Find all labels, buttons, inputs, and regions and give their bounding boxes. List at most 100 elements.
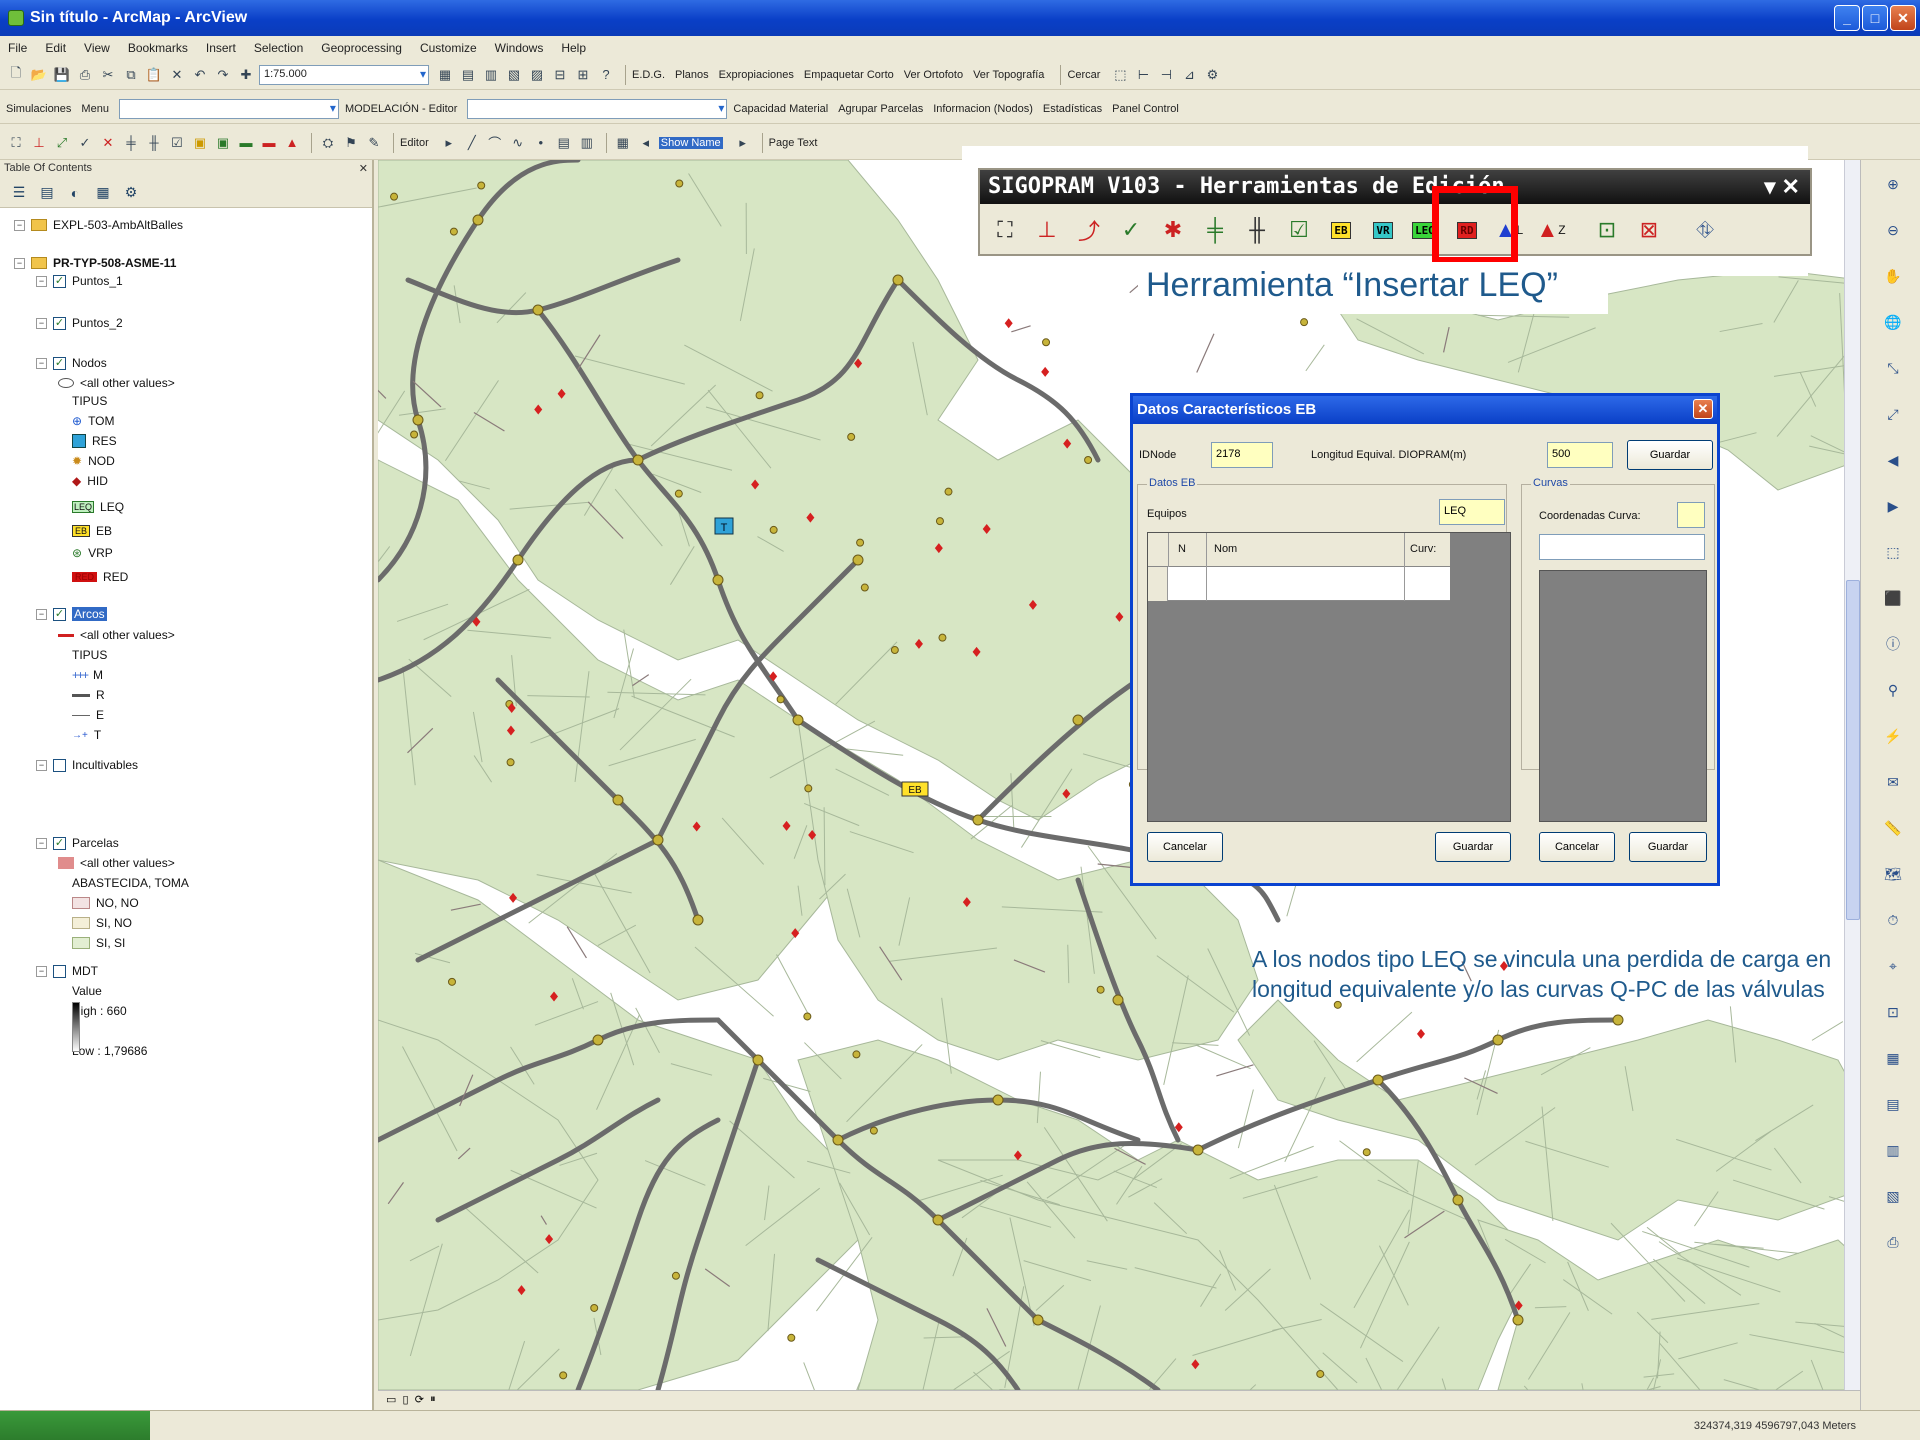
graph-icon[interactable]: ▤ (1883, 1094, 1903, 1114)
label-z-icon[interactable]: ▲ Z (1534, 213, 1568, 247)
trace-icon[interactable]: ∿ (508, 133, 528, 153)
layer-visibility-checkbox[interactable]: ✓ (53, 316, 66, 330)
expand-icon[interactable]: − (36, 357, 47, 369)
layer-visibility-checkbox[interactable]: ✓ (53, 836, 66, 850)
measure-icon[interactable]: 📏 (1883, 818, 1903, 838)
equipos-field[interactable]: LEQ (1439, 499, 1505, 525)
layer-visibility-checkbox[interactable]: ✓ (53, 274, 66, 288)
estadisticas-button[interactable]: Estadísticas (1043, 103, 1102, 115)
toc-layer-expl-503-ambaltballes[interactable]: − EXPL-503-AmbAltBalles (14, 216, 183, 234)
next-extent-icon[interactable]: ▸ (733, 133, 753, 153)
whats-this-icon[interactable]: ? (596, 65, 616, 85)
toc-layer-mdt[interactable]: − MDT (36, 962, 98, 980)
guardar-left-button[interactable]: Guardar (1435, 832, 1511, 862)
show-name-button[interactable]: Show Name (658, 136, 723, 149)
label-tool-icon[interactable]: ▲ (282, 133, 302, 153)
expand-icon[interactable]: − (36, 837, 47, 849)
close-window-button[interactable]: ✕ (1890, 5, 1916, 31)
model-builder-icon[interactable]: ⊞ (573, 65, 593, 85)
map-vertical-scrollbar[interactable] (1844, 160, 1860, 1390)
connect-arc-icon[interactable]: ✓ (1114, 213, 1148, 247)
dialog-close-button[interactable]: ✕ (1693, 399, 1713, 419)
grid-new-row[interactable] (1148, 567, 1450, 601)
delete-node-icon[interactable]: ✕ (98, 133, 118, 153)
identify-icon[interactable]: ⓘ (1883, 634, 1903, 654)
redo-icon[interactable]: ↷ (213, 65, 233, 85)
expand-icon[interactable]: − (14, 257, 25, 269)
menu-dropdown[interactable]: Menu (81, 103, 109, 115)
insert-arc-icon[interactable]: ⤴ (1072, 213, 1106, 247)
network-tool-icon[interactable]: ⛗ (1688, 213, 1722, 247)
table-icon[interactable]: ▥ (1883, 1140, 1903, 1160)
layout-icon[interactable]: ▦ (1883, 1048, 1903, 1068)
insert-node-icon[interactable]: ⊥ (29, 133, 49, 153)
expand-icon[interactable]: − (14, 219, 25, 231)
label-manager-icon[interactable]: ▦ (613, 133, 633, 153)
undo-icon[interactable]: ↶ (190, 65, 210, 85)
menu-customize[interactable]: Customize (420, 41, 477, 55)
time-slider-icon[interactable]: ⏱ (1883, 910, 1903, 930)
sketch-icon[interactable]: ✎ (364, 133, 384, 153)
simulaciones-combo[interactable] (118, 98, 339, 119)
page-text-dropdown[interactable]: Page Text (769, 137, 818, 149)
modelacion-editor-label[interactable]: MODELACIÓN - Editor (345, 103, 457, 115)
minimize-button[interactable]: _ (1834, 5, 1860, 31)
vrp-tool-icon[interactable]: ▣ (213, 133, 233, 153)
ver-ortofoto-button[interactable]: Ver Ortofoto (904, 69, 963, 81)
select-elements-icon[interactable]: ⬛ (1883, 588, 1903, 608)
toc-layer-parcelas[interactable]: − ✓ Parcelas (36, 834, 119, 852)
pan-icon[interactable]: ✋ (1883, 266, 1903, 286)
delete-element-icon[interactable]: ✱ (1156, 213, 1190, 247)
red-tool-icon[interactable]: ▬ (259, 133, 279, 153)
python-icon[interactable]: ⊟ (550, 65, 570, 85)
delete-icon[interactable]: ✕ (167, 65, 187, 85)
menu-windows[interactable]: Windows (495, 41, 544, 55)
menu-view[interactable]: View (84, 41, 110, 55)
refresh-icon[interactable]: ⟳ (415, 1393, 424, 1406)
add-data-icon[interactable]: ✚ (236, 65, 256, 85)
copy-icon[interactable]: ⧉ (121, 65, 141, 85)
report-icon[interactable]: ▧ (1883, 1186, 1903, 1206)
leq-tool-icon[interactable]: ▬ (236, 133, 256, 153)
coordenadas-curva-field[interactable] (1677, 502, 1705, 528)
point-icon[interactable]: • (531, 133, 551, 153)
catalog-icon[interactable]: ▥ (481, 65, 501, 85)
toc-layer-incultivables[interactable]: − Incultivables (36, 756, 138, 774)
insert-point-icon[interactable]: ⊡ (1590, 213, 1624, 247)
toc-layer-nodos[interactable]: − ✓ Nodos (36, 354, 107, 372)
scrollbar-thumb[interactable] (1846, 580, 1860, 920)
layer-visibility-checkbox[interactable]: ✓ (53, 607, 66, 621)
insert-eb-tool[interactable]: EB (1324, 213, 1358, 247)
cancelar-right-button[interactable]: Cancelar (1539, 832, 1615, 862)
simulaciones-label[interactable]: Simulaciones (6, 103, 71, 115)
planos-button[interactable]: Planos (675, 69, 709, 81)
cancelar-left-button[interactable]: Cancelar (1147, 832, 1223, 862)
attributes-icon[interactable]: ▤ (554, 133, 574, 153)
menu-selection[interactable]: Selection (254, 41, 303, 55)
expropiaciones-button[interactable]: Expropiaciones (719, 69, 794, 81)
toc-layer-puntos-2[interactable]: − ✓ Puntos_2 (36, 314, 123, 332)
toc-close-icon[interactable]: ✕ (359, 162, 368, 176)
split-arc-icon[interactable]: ╪ (1198, 213, 1232, 247)
select-by-rectangle-icon[interactable]: ⬚ (1883, 542, 1903, 562)
go-to-xy-icon[interactable]: ⌖ (1883, 956, 1903, 976)
map-scale-combo[interactable]: 1:75.000 (259, 64, 429, 85)
layer-visibility-checkbox[interactable] (53, 758, 66, 772)
select-features-icon[interactable]: ⛭ (318, 133, 338, 153)
find-route-icon[interactable]: 🗺 (1883, 864, 1903, 884)
join-arc-icon[interactable]: ╫ (144, 133, 164, 153)
split-arc-icon[interactable]: ╪ (121, 133, 141, 153)
check-arcs-icon[interactable]: ☑ (1282, 213, 1316, 247)
hyperlink-icon[interactable]: ⚡ (1883, 726, 1903, 746)
guardar-right-button[interactable]: Guardar (1629, 832, 1707, 862)
ver-topografia-button[interactable]: Ver Topografía (973, 69, 1044, 81)
search-window-icon[interactable]: ▧ (504, 65, 524, 85)
list-by-selection-icon[interactable]: ▦ (92, 182, 114, 204)
draw-tool-icon[interactable]: ⬚ (1110, 65, 1130, 85)
toc-layer-puntos-1[interactable]: − ✓ Puntos_1 (36, 272, 123, 290)
curva-input[interactable] (1539, 534, 1705, 560)
toc-layer-pr-typ-508-asme-11[interactable]: − PR-TYP-508-ASME-11 (14, 254, 176, 272)
save-icon[interactable]: 💾 (52, 65, 72, 85)
menu-edit[interactable]: Edit (45, 41, 66, 55)
list-by-visibility-icon[interactable]: ◐ (64, 182, 86, 204)
